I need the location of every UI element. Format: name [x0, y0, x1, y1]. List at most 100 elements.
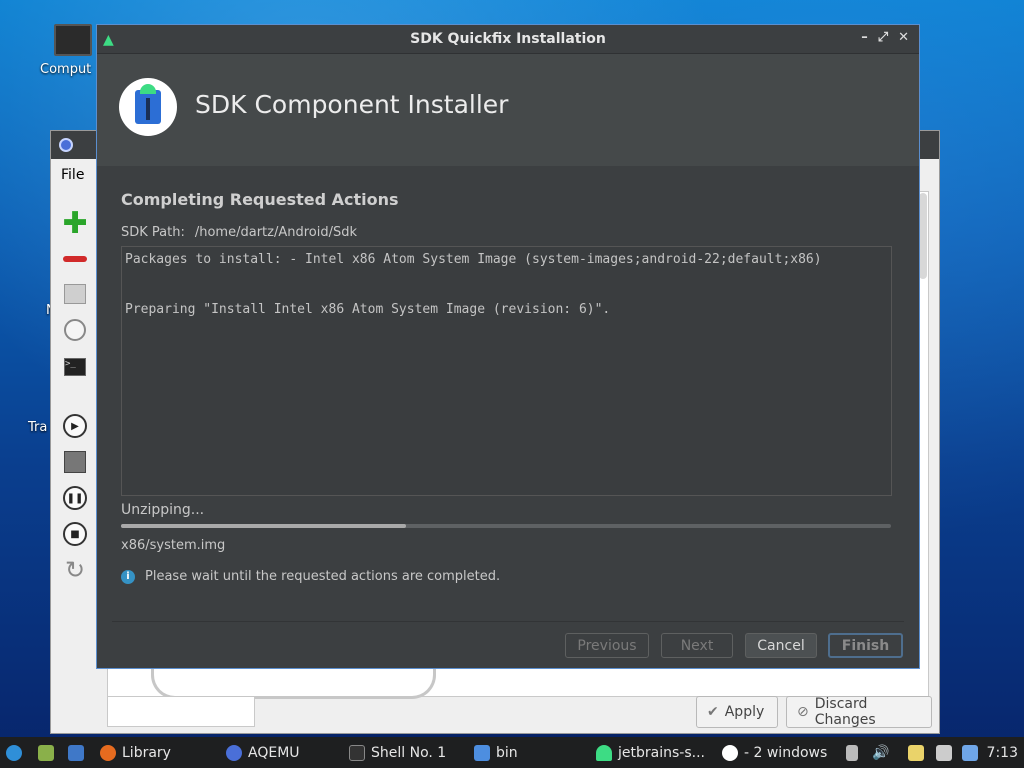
start-menu-icon [6, 744, 22, 761]
taskbar-label: AQEMU [248, 744, 300, 761]
taskbar-item-jetbrains[interactable]: jetbrains-s... [596, 737, 705, 768]
minimize-icon[interactable]: – [861, 30, 868, 45]
taskbar-item-aqemu[interactable]: AQEMU [226, 737, 300, 768]
window-controls: – ⤢ ✕ [861, 30, 909, 45]
taskbar: Library AQEMU Shell No. 1 bin jetbrains-… [0, 737, 1024, 768]
finish-button[interactable]: Finish [828, 633, 903, 658]
log-line: Packages to install: - Intel x86 Atom Sy… [125, 252, 822, 267]
start-menu-button[interactable] [6, 737, 22, 768]
aqemu-toolbar: ✚ >_ ▶ ❚❚ ■ ↻ [51, 191, 99, 735]
current-file: x86/system.img [121, 538, 226, 553]
taskbar-label: Shell No. 1 [371, 744, 447, 761]
section-title: Completing Requested Actions [121, 190, 399, 209]
next-button[interactable]: Next [661, 633, 733, 658]
desktop-icon-label: Comput [40, 62, 92, 77]
previous-button[interactable]: Previous [565, 633, 649, 658]
folder-icon [474, 744, 490, 761]
firefox-icon [100, 744, 116, 761]
volume-icon: 🔊 [872, 744, 890, 761]
tray-updates[interactable] [962, 737, 978, 768]
taskbar-item-group[interactable]: - 2 windows [722, 737, 827, 768]
dialog-titlebar: ▲ SDK Quickfix Installation – ⤢ ✕ [97, 25, 919, 54]
tray-battery[interactable] [846, 737, 858, 768]
log-line: Preparing "Install Intel x86 Atom System… [125, 302, 611, 317]
pause-icon: ❚❚ [63, 486, 87, 510]
clipboard-icon [908, 744, 924, 761]
reset-vm-icon[interactable]: ↻ [63, 556, 87, 584]
android-icon: ▲ [103, 32, 114, 48]
dialog-body: Completing Requested Actions SDK Path: /… [121, 190, 893, 584]
sdk-path-row: SDK Path: /home/dartz/Android/Sdk [121, 225, 893, 240]
computer-icon [54, 24, 92, 56]
taskbar-label: - 2 windows [744, 744, 828, 761]
android-studio-logo [119, 78, 177, 136]
terminal-button[interactable]: >_ [63, 355, 87, 379]
aqemu-scrollbar[interactable] [919, 193, 927, 279]
taskbar-label: bin [496, 744, 518, 761]
dialog-header: SDK Component Installer [97, 54, 919, 166]
file-manager-launcher[interactable] [38, 737, 54, 768]
android-studio-icon [135, 84, 161, 124]
battery-icon [846, 744, 858, 761]
sdk-quickfix-dialog: ▲ SDK Quickfix Installation – ⤢ ✕ SDK Co… [96, 24, 920, 669]
aqemu-icon [226, 744, 242, 761]
disk-manager-button[interactable] [63, 282, 87, 306]
remove-icon [63, 256, 87, 262]
pause-vm-button[interactable]: ❚❚ [63, 486, 87, 510]
update-icon [962, 744, 978, 761]
terminal-icon: >_ [64, 358, 86, 376]
network-icon [936, 744, 952, 761]
menu-file[interactable]: File [61, 167, 84, 183]
checkmark-icon: ✔ [707, 704, 719, 720]
remove-vm-button[interactable] [63, 247, 87, 271]
dialog-footer-divider [112, 621, 904, 622]
terminal-icon [349, 744, 365, 761]
apply-button[interactable]: ✔ Apply [696, 696, 778, 728]
close-icon[interactable]: ✕ [898, 30, 909, 45]
taskbar-label: Library [122, 744, 171, 761]
sdk-path-label: SDK Path: [121, 225, 185, 240]
sdk-path-value: /home/dartz/Android/Sdk [194, 225, 358, 240]
tray-volume[interactable]: 🔊 [872, 737, 889, 768]
cancel-button[interactable]: Cancel [745, 633, 817, 658]
header-title: SDK Component Installer [195, 90, 509, 119]
stop-icon: ■ [63, 522, 87, 546]
discard-label: Discard Changes [814, 696, 876, 728]
app-group-icon [722, 744, 738, 761]
tray-clipboard[interactable] [908, 737, 924, 768]
progress-fill [121, 524, 406, 528]
stop-vm-button[interactable]: ■ [63, 522, 87, 546]
tray-network[interactable] [936, 737, 952, 768]
info-icon: i [121, 569, 135, 584]
status-text: Unzipping... [121, 502, 205, 518]
desktop-icon-computer[interactable]: Comput [40, 24, 100, 77]
play-icon: ▶ [63, 414, 87, 438]
maximize-icon[interactable]: ⤢ [878, 30, 888, 45]
discard-changes-button[interactable]: ⊘ Discard Changes [786, 696, 932, 728]
show-desktop-button[interactable] [68, 737, 84, 768]
taskbar-item-shell[interactable]: Shell No. 1 [349, 737, 446, 768]
aqemu-logo-icon [59, 138, 73, 152]
taskbar-item-bin[interactable]: bin [474, 737, 518, 768]
info-message: i Please wait until the requested action… [121, 569, 893, 584]
aqemu-list-panel [107, 697, 255, 727]
add-vm-icon[interactable]: ✚ [62, 206, 87, 241]
install-log[interactable]: Packages to install: - Intel x86 Atom Sy… [121, 246, 892, 496]
snapshot-button[interactable] [63, 318, 87, 342]
clock-icon [64, 319, 86, 341]
clock[interactable]: 7:13 [987, 745, 1018, 761]
disk-icon [64, 284, 86, 304]
android-icon [596, 744, 612, 761]
desktop-icon-trash[interactable]: Tra [28, 420, 47, 435]
taskbar-item-library[interactable]: Library [100, 737, 171, 768]
apply-label: Apply [724, 704, 765, 720]
folder-icon [38, 744, 54, 761]
taskbar-label: jetbrains-s... [618, 744, 705, 761]
save-vm-button[interactable] [63, 450, 87, 474]
save-icon [64, 451, 86, 473]
progress-bar [121, 524, 891, 528]
start-vm-button[interactable]: ▶ [63, 414, 87, 438]
desktop-icon [68, 744, 84, 761]
discard-icon: ⊘ [797, 704, 809, 720]
info-text: Please wait until the requested actions … [145, 569, 501, 584]
